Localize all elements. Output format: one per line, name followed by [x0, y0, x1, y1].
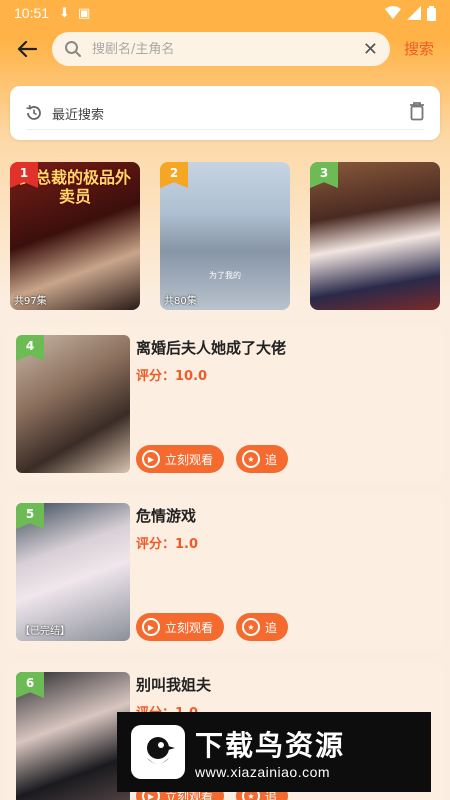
follow-button[interactable]: ★ 追	[236, 445, 288, 473]
search-header: ✕ 搜索	[0, 30, 450, 70]
rank-badge: 5	[16, 503, 44, 529]
recent-search-label: 最近搜索	[52, 107, 105, 123]
drama-thumbnail: 4	[16, 335, 130, 473]
list-item[interactable]: 4 离婚后夫人她成了大佬 评分：10.0 ▶ 立刻观看 ★ 追	[6, 325, 444, 483]
watch-now-label: 立刻观看	[165, 452, 214, 467]
search-icon	[65, 41, 81, 57]
watermark-title: 下载鸟资源	[195, 729, 346, 762]
play-icon: ▶	[142, 618, 160, 636]
episode-count: 共97集	[14, 296, 47, 307]
top-ranked-row: 女总裁的极品外卖员 1 共97集 为了我的 2 共80集 3	[10, 162, 440, 310]
episode-count: 共80集	[164, 296, 197, 307]
wifi-icon	[385, 6, 401, 19]
status-badge: 【已完结】	[20, 626, 70, 637]
follow-button[interactable]: ★ 追	[236, 613, 288, 641]
star-icon: ★	[242, 618, 260, 636]
search-input[interactable]	[92, 41, 363, 57]
watch-now-button[interactable]: ▶ 立刻观看	[136, 613, 224, 641]
bird-logo-icon	[131, 725, 185, 779]
signal-icon	[407, 6, 421, 20]
search-box[interactable]: ✕	[52, 32, 390, 66]
watermark-url: www.xiazainiao.com	[195, 764, 331, 780]
status-bar: 10:51 ⬇ ▣	[0, 0, 450, 26]
drama-title: 别叫我姐夫	[136, 676, 212, 694]
follow-label: 追	[265, 620, 278, 635]
clear-history-button[interactable]	[408, 101, 426, 125]
search-submit-button[interactable]: 搜索	[404, 38, 434, 59]
trash-icon	[410, 102, 424, 121]
drama-title: 危情游戏	[136, 507, 197, 525]
follow-label: 追	[265, 452, 278, 467]
star-icon: ★	[242, 450, 260, 468]
rank-badge: 4	[16, 335, 44, 361]
top-drama-3[interactable]: 3	[310, 162, 440, 310]
watermark-banner: 下载鸟资源 www.xiazainiao.com	[117, 712, 431, 792]
watch-now-label: 立刻观看	[165, 620, 214, 635]
top-drama-2[interactable]: 为了我的 2 共80集	[160, 162, 290, 310]
back-button[interactable]	[14, 36, 40, 62]
play-icon: ▶	[142, 450, 160, 468]
drama-score: 评分：1.0	[136, 537, 199, 552]
drama-thumbnail: 6	[16, 672, 130, 800]
download-icon: ⬇	[59, 5, 70, 21]
drama-title: 离婚后夫人她成了大佬	[136, 339, 287, 357]
history-icon	[26, 104, 41, 120]
watch-now-button[interactable]: ▶ 立刻观看	[136, 445, 224, 473]
drama-thumbnail: 5 【已完结】	[16, 503, 130, 641]
drama-score: 评分：10.0	[136, 369, 208, 384]
notification-icon: ▣	[77, 5, 91, 21]
status-time: 10:51	[14, 5, 50, 21]
watermark-brand: 下载鸟资源 www.xiazainiao.com	[195, 724, 345, 780]
list-item[interactable]: 5 【已完结】 危情游戏 评分：1.0 ▶ 立刻观看 ★ 追	[6, 493, 444, 651]
recent-search-panel: 最近搜索	[10, 86, 440, 140]
arrow-left-icon	[17, 40, 37, 58]
rank-badge: 6	[16, 672, 44, 698]
rank-badge: 3	[310, 162, 338, 188]
divider	[26, 129, 424, 130]
clear-icon[interactable]: ✕	[363, 39, 378, 60]
top-drama-1[interactable]: 女总裁的极品外卖员 1 共97集	[10, 162, 140, 310]
battery-icon	[427, 5, 436, 21]
poster-caption: 为了我的	[209, 271, 241, 280]
rank-badge: 2	[160, 162, 188, 188]
